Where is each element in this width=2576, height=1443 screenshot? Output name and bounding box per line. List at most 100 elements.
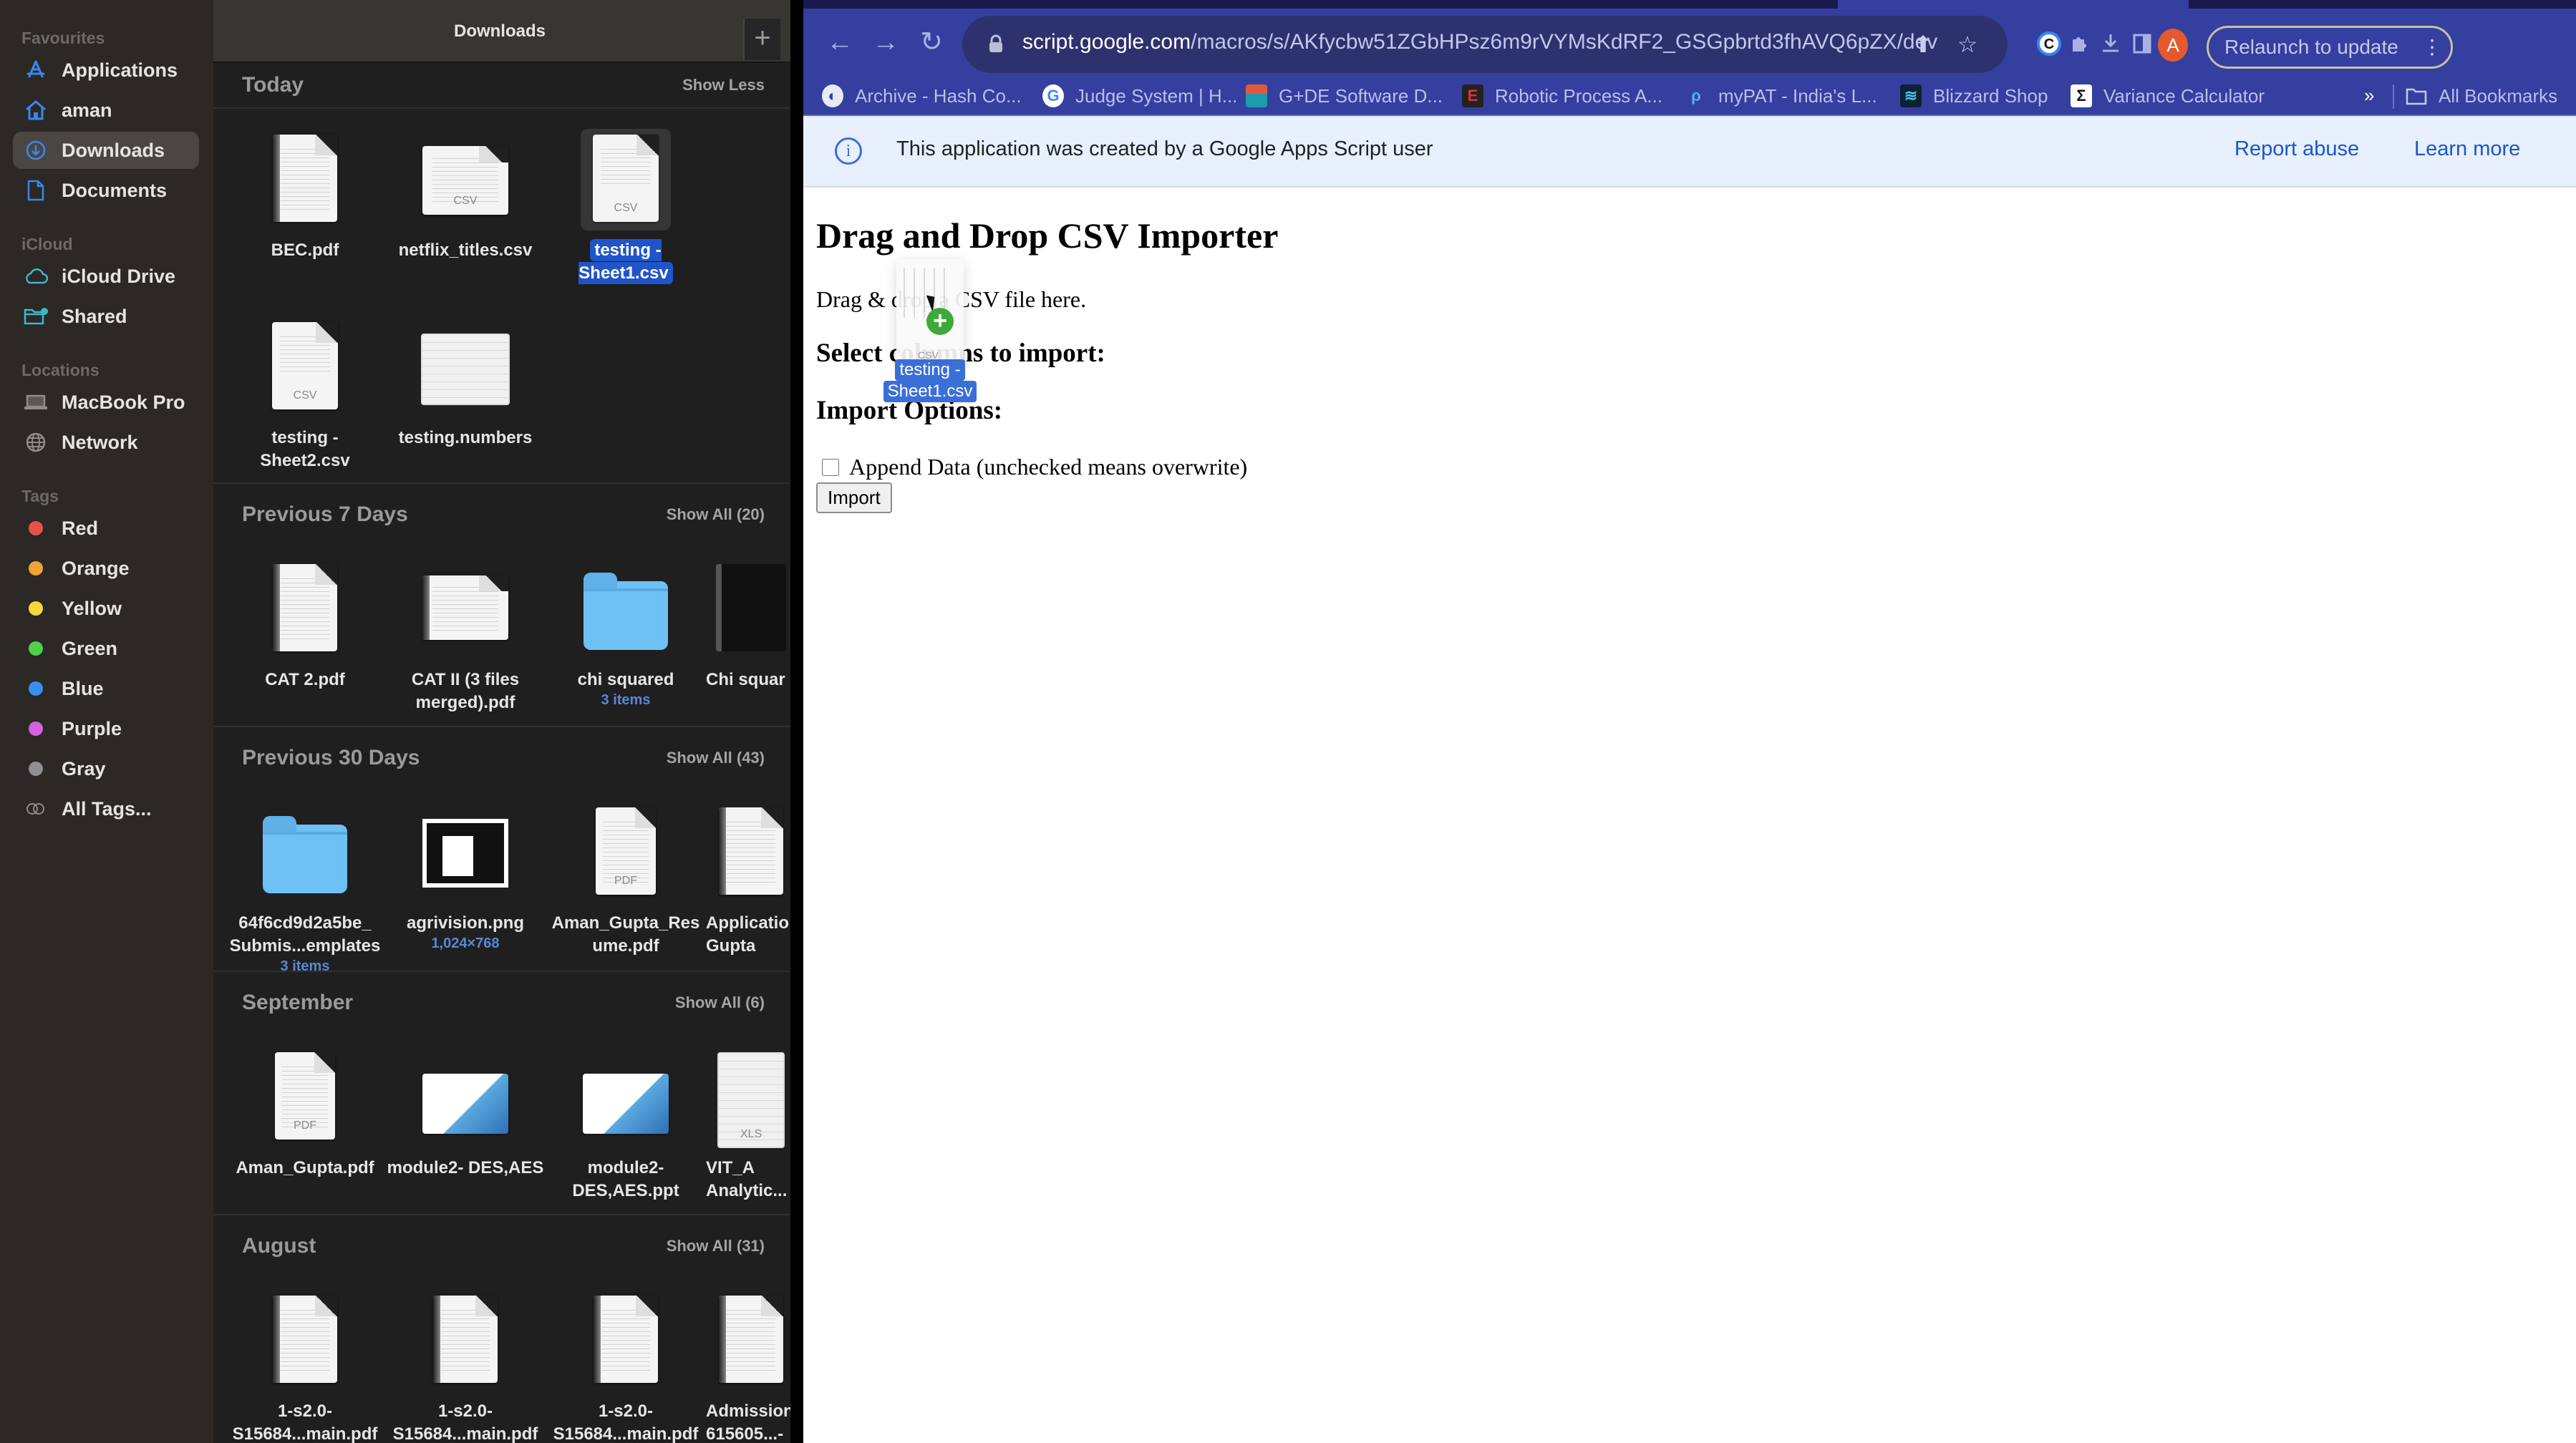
sidebar-tag-orange[interactable]: Orange xyxy=(13,550,199,587)
sidebar-item-macbook-pro[interactable]: MacBook Pro xyxy=(13,384,199,421)
side-panel-icon[interactable] xyxy=(2128,31,2156,60)
group-show-toggle[interactable]: Show All (20) xyxy=(667,505,765,524)
bookmark-item[interactable]: E Robotic Process A... xyxy=(1462,84,1662,107)
sidebar-item-label: Downloads xyxy=(62,139,165,161)
reload-button[interactable]: ↻ xyxy=(914,24,949,60)
new-tab-button[interactable]: + xyxy=(743,19,780,60)
file-item[interactable]: BEC.pdf xyxy=(225,129,385,262)
applications-icon xyxy=(21,56,50,84)
extension-c-icon[interactable]: C xyxy=(2035,31,2063,60)
address-bar[interactable]: script.google.com/macros/s/AKfycbw51ZGbH… xyxy=(962,16,2008,73)
file-item[interactable]: 1-s2.0- S15684...main.pdf xyxy=(385,1290,546,1443)
browser-window: ← → ↻ script.google.com/macros/s/AKfycbw… xyxy=(803,0,2576,1443)
sidebar-tag-yellow[interactable]: Yellow xyxy=(13,590,199,627)
mypat-icon: ρ xyxy=(1691,87,1701,105)
append-checkbox[interactable] xyxy=(822,458,839,476)
section-divider xyxy=(213,482,790,484)
group-header: September Show All (6) xyxy=(242,991,765,1015)
sigma-icon: Σ xyxy=(2071,84,2092,107)
menu-kebab-icon[interactable]: ⋮ xyxy=(2422,28,2442,67)
file-item[interactable]: PDF Aman_Gupta.pdf xyxy=(225,1046,385,1180)
infobar-message: This application was created by a Google… xyxy=(896,137,1433,160)
file-item[interactable]: 1-s2.0- S15684...main.pdf xyxy=(225,1290,385,1443)
import-button[interactable]: Import xyxy=(816,482,892,513)
sidebar-item-aman[interactable]: aman xyxy=(13,92,199,129)
drag-ghost-label: testing - Sheet1.csv xyxy=(882,359,978,402)
sidebar-item-shared[interactable]: Shared xyxy=(13,298,199,335)
sidebar-section-favourites: Favourites xyxy=(21,29,105,47)
active-tab[interactable] xyxy=(1838,0,2189,9)
sidebar-item-applications[interactable]: Applications xyxy=(13,52,199,89)
pdf-thumbnail xyxy=(273,564,337,651)
all-bookmarks-button[interactable]: All Bookmarks xyxy=(2406,84,2557,107)
file-thumbnail-frame xyxy=(260,802,350,903)
download-icon[interactable] xyxy=(2096,31,2125,60)
lock-icon xyxy=(989,34,1002,52)
learn-more-link[interactable]: Learn more xyxy=(2414,137,2520,161)
pdf-thumbnail xyxy=(719,1296,783,1383)
file-item[interactable]: CSV testing - Sheet1.csv xyxy=(546,129,706,285)
file-item[interactable]: module2- DES,AES.ppt xyxy=(546,1046,706,1202)
bookmark-item[interactable]: G+DE Software D... xyxy=(1246,84,1443,107)
file-item[interactable]: CSV testing - Sheet2.csv xyxy=(225,316,385,472)
overflow-chevron-icon: » xyxy=(2364,84,2375,106)
file-item[interactable]: 1-s2.0- S15684...main.pdf xyxy=(546,1290,706,1443)
file-thumbnail-frame: XLS xyxy=(706,1046,790,1148)
extensions-puzzle-icon[interactable] xyxy=(2065,31,2093,60)
back-button[interactable]: ← xyxy=(822,24,858,60)
sidebar-tag-red[interactable]: Red xyxy=(13,510,199,547)
file-item[interactable]: CAT II (3 files merged).pdf xyxy=(385,558,546,714)
file-thumbnail-frame: CSV xyxy=(581,129,671,230)
file-item[interactable]: XLS VIT_A Analytic... xyxy=(706,1046,790,1202)
sidebar-item-downloads[interactable]: Downloads xyxy=(13,132,199,169)
file-item[interactable]: Chi squar xyxy=(706,558,790,691)
sidebar-item-documents[interactable]: Documents xyxy=(13,172,199,209)
sidebar-item-icloud-drive[interactable]: iCloud Drive xyxy=(13,258,199,295)
bookmark-item[interactable]: G Judge System | H... xyxy=(1042,84,1237,107)
globe-icon xyxy=(21,428,50,457)
sidebar-tag-alltags[interactable]: All Tags... xyxy=(13,790,199,827)
file-item[interactable]: Applicatio Gupta xyxy=(706,802,790,958)
bookmark-item[interactable]: ≋ Blizzard Shop xyxy=(1900,84,2048,107)
file-item[interactable]: chi squared 3 items xyxy=(546,558,706,709)
file-name: Admission 615605...- xyxy=(706,1400,790,1443)
finder-titlebar: Downloads + xyxy=(213,0,790,63)
bookmark-star-icon[interactable]: ☆ xyxy=(1953,30,1982,59)
bookmark-item[interactable]: ◐ Archive - Hash Co... xyxy=(822,84,1022,107)
file-thumbnail-frame: CSV xyxy=(260,316,350,418)
bookmark-item[interactable]: ρ myPAT - India's L... xyxy=(1685,84,1877,107)
url-text[interactable]: script.google.com/macros/s/AKfycbw51ZGbH… xyxy=(1022,30,1937,54)
file-item[interactable]: 64f6cd9d2a5be_ Submis...emplates 3 items xyxy=(225,802,385,975)
forward-button[interactable]: → xyxy=(868,24,904,60)
bookmark-item[interactable]: Σ Variance Calculator xyxy=(2071,84,2265,107)
file-item[interactable]: CAT 2.pdf xyxy=(225,558,385,691)
file-item[interactable]: CSV netflix_titles.csv xyxy=(385,129,546,262)
relaunch-to-update-button[interactable]: Relaunch to update ⋮ xyxy=(2207,26,2453,69)
sidebar-tag-gray[interactable]: Gray xyxy=(13,750,199,787)
append-label[interactable]: Append Data (unchecked means overwrite) xyxy=(849,454,1247,480)
sidebar-tag-green[interactable]: Green xyxy=(13,630,199,667)
pdf-thumbnail xyxy=(594,1296,658,1383)
group-show-toggle[interactable]: Show All (31) xyxy=(667,1237,765,1255)
profile-avatar[interactable]: A xyxy=(2158,29,2188,62)
file-name: Applicatio Gupta xyxy=(706,912,790,958)
group-show-toggle[interactable]: Show All (43) xyxy=(667,749,765,767)
group-show-toggle[interactable]: Show Less xyxy=(682,76,765,94)
sidebar-tag-blue[interactable]: Blue xyxy=(13,670,199,707)
file-item[interactable]: module2- DES,AES xyxy=(385,1046,546,1180)
share-icon[interactable]: ⬆ xyxy=(1909,30,1937,59)
group-show-toggle[interactable]: Show All (6) xyxy=(675,993,765,1012)
tag-color-dot xyxy=(29,601,43,616)
file-item[interactable]: PDF Aman_Gupta_Res ume.pdf xyxy=(546,802,706,958)
file-name-text: 1-s2.0- S15684...main.pdf xyxy=(553,1401,699,1443)
file-item[interactable]: Admission 615605...- xyxy=(706,1290,790,1443)
file-name: CAT 2.pdf xyxy=(225,669,385,691)
report-abuse-link[interactable]: Report abuse xyxy=(2234,137,2359,161)
sidebar-tag-purple[interactable]: Purple xyxy=(13,710,199,747)
file-name-text: module2- DES,AES.ppt xyxy=(572,1158,679,1200)
bookmarks-overflow-button[interactable]: » xyxy=(2364,84,2374,107)
dark-document-thumbnail xyxy=(716,564,786,651)
file-item[interactable]: agrivision.png 1,024×768 xyxy=(385,802,546,952)
sidebar-item-network[interactable]: Network xyxy=(13,424,199,461)
file-item[interactable]: testing.numbers xyxy=(385,316,546,450)
